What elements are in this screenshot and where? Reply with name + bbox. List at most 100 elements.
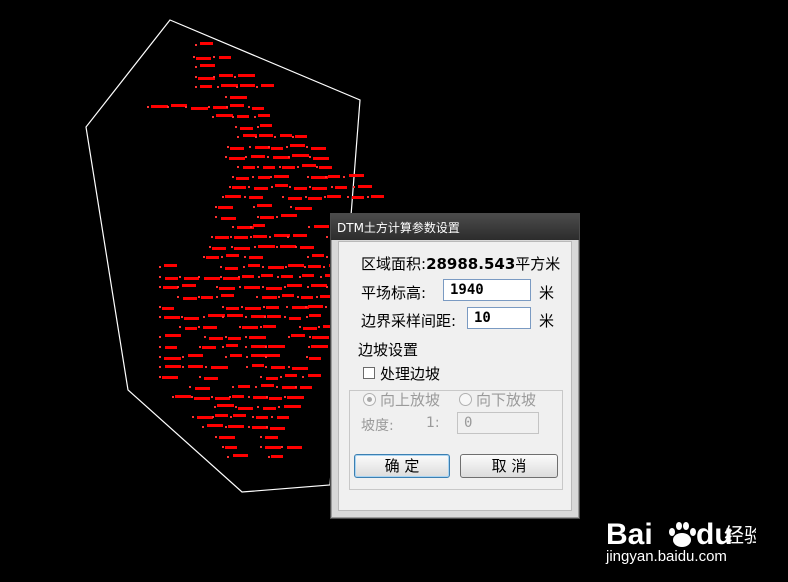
elevation-point-marker [204,336,206,338]
elevation-point-marker [211,236,213,238]
process-slope-checkbox[interactable] [363,367,375,379]
elevation-point-marker [284,396,286,398]
elevation-input[interactable]: 1940 [443,279,531,301]
elevation-point [215,397,230,400]
paw-icon [669,522,696,547]
elevation-point-marker [292,136,294,138]
watermark-brand: Bai [606,518,653,551]
elevation-point [162,376,178,379]
elevation-point-marker [195,86,197,88]
elevation-point-marker [299,326,301,328]
elevation-point-marker [245,346,247,348]
elevation-point [263,325,276,328]
elevation-point-marker [225,336,227,338]
elevation-point-marker [250,226,252,228]
ok-button[interactable]: 确 定 [354,454,450,478]
elevation-point-marker [192,416,194,418]
elevation-point-marker [220,266,222,268]
elevation-point-marker [239,326,241,328]
elevation-point-marker [278,406,280,408]
elevation-point-marker [205,366,207,368]
elevation-point-marker [202,426,204,428]
elevation-point-marker [235,126,237,128]
dtm-settings-dialog: DTM土方计算参数设置 区域面积:28988.543平方米 平场标高: 1940… [330,213,580,519]
elevation-point [291,334,305,337]
elevation-point-marker [270,176,272,178]
elevation-point [303,327,317,330]
elevation-point [282,386,297,389]
elevation-point-marker [284,286,286,288]
elevation-point-marker [198,296,200,298]
elevation-point-marker [159,336,161,338]
elevation-point-marker [241,306,243,308]
slope-down-radio[interactable] [459,393,472,406]
elevation-point [162,307,174,310]
elevation-point [302,274,314,277]
elevation-point-marker [225,96,227,98]
elevation-point-marker [268,456,270,458]
elevation-point-marker [235,406,237,408]
elevation-point-marker [256,86,258,88]
elevation-point-marker [263,306,265,308]
elevation-point [165,277,178,280]
elevation-point [295,135,307,138]
elevation-point [309,357,321,360]
dialog-titlebar[interactable]: DTM土方计算参数设置 [331,214,579,240]
elevation-point [277,416,289,419]
elevation-point [225,446,237,449]
elevation-point-marker [239,286,241,288]
sample-spacing-label: 边界采样间距: [361,312,457,330]
elevation-point [349,174,364,177]
elevation-point-marker [343,176,345,178]
elevation-point [234,247,250,250]
sample-spacing-input[interactable]: 10 [467,307,531,329]
elevation-point-marker [189,386,191,388]
elevation-point [252,364,264,367]
elevation-point-marker [181,316,183,318]
elevation-point-marker [232,176,234,178]
elevation-point [263,166,275,169]
elevation-point-marker [179,326,181,328]
elevation-point [287,284,302,287]
elevation-point [225,195,241,198]
elevation-point-marker [331,186,333,188]
elevation-point [240,127,253,130]
elevation-point [242,275,254,278]
elevation-point [244,286,260,289]
elevation-point-marker [159,306,161,308]
elevation-point [262,296,277,299]
elevation-point [261,274,273,277]
slope-value-input[interactable]: 0 [457,412,539,434]
elevation-point [328,175,340,178]
elevation-point-marker [230,236,232,238]
cancel-button[interactable]: 取 消 [460,454,558,478]
slope-up-radio[interactable] [363,393,376,406]
elevation-point-marker [299,276,301,278]
elevation-point-marker [191,396,193,398]
elevation-point [253,224,265,227]
elevation-point-marker [147,106,149,108]
elevation-point [198,77,215,80]
elevation-point [225,267,238,270]
elevation-point-marker [172,396,174,398]
elevation-point-marker [159,346,161,348]
elevation-point-marker [288,336,290,338]
elevation-point-marker [257,126,259,128]
elevation-point [229,157,245,160]
elevation-point [226,254,239,257]
elevation-point [259,134,273,137]
elevation-point-marker [222,306,224,308]
elevation-point [256,416,268,419]
elevation-point-marker [236,86,238,88]
elevation-point [184,277,199,280]
elevation-point-marker [254,246,256,248]
elevation-point [171,104,187,107]
elevation-point [200,64,215,67]
elevation-point-marker [305,196,307,198]
elevation-point-marker [295,246,297,248]
elevation-point-marker [276,216,278,218]
elevation-point [209,337,223,340]
dialog-title: DTM土方计算参数设置 [337,221,460,235]
elevation-point [265,436,278,439]
elevation-point [212,247,226,250]
